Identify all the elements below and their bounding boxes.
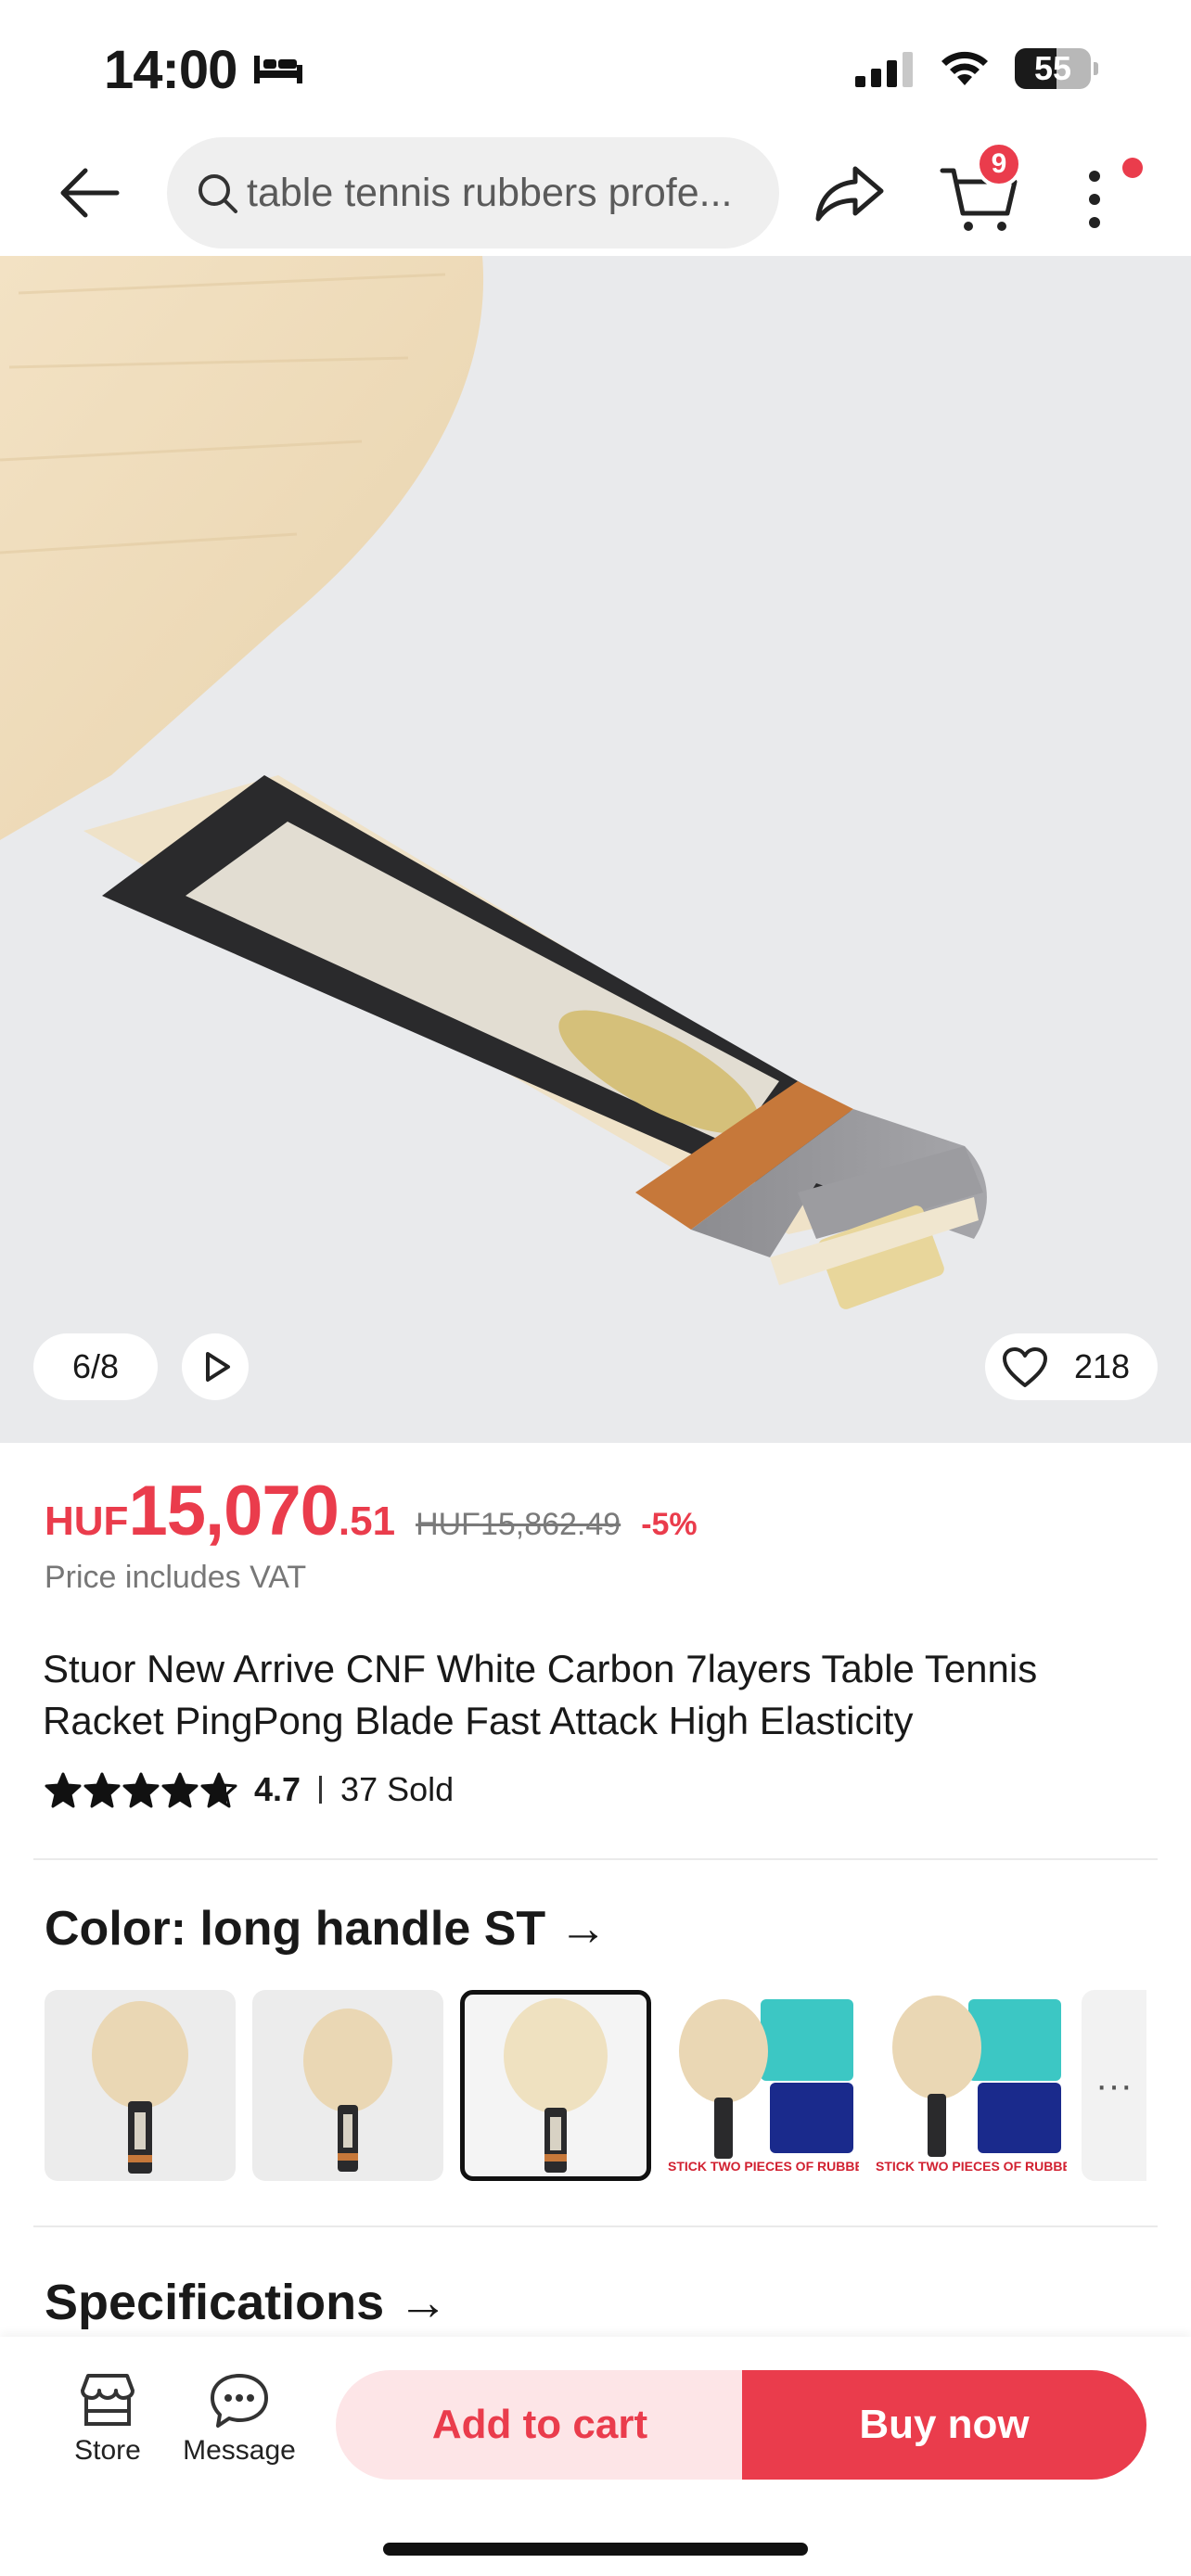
top-nav: table tennis rubbers profe... 9	[0, 130, 1191, 256]
home-indicator[interactable]	[383, 2543, 808, 2556]
price-integer: 15,070	[128, 1472, 339, 1550]
more-variants-button[interactable]: ···	[1082, 1990, 1146, 2181]
search-icon	[198, 174, 237, 213]
original-price: HUF15,862.49	[416, 1507, 621, 1542]
bottom-action-bar: Store Message Add to cart Buy now	[0, 2337, 1191, 2576]
chat-bubble-icon	[211, 2374, 268, 2428]
product-title: Stuor New Arrive CNF White Carbon 7layer…	[43, 1647, 1038, 1742]
like-count: 218	[1074, 1347, 1131, 1385]
message-button[interactable]: Message	[174, 2370, 304, 2467]
cellular-signal-icon	[855, 52, 913, 87]
star-icon	[122, 1772, 160, 1808]
buy-now-button[interactable]: Buy now	[742, 2370, 1146, 2480]
variant-image	[504, 1998, 608, 2173]
heart-icon	[1003, 1347, 1047, 1387]
separator	[319, 1776, 323, 1804]
variant-image	[92, 2001, 188, 2174]
divider	[33, 1858, 1158, 1860]
variant-banner: STICK TWO PIECES OF RUBBERS	[668, 2159, 859, 2174]
cart-count-badge: 9	[976, 141, 1022, 187]
vat-note: Price includes VAT	[45, 1560, 307, 1595]
back-arrow-icon[interactable]	[56, 163, 122, 223]
variant-option[interactable]	[45, 1990, 236, 2181]
color-selector-title[interactable]: Color: long handle ST →	[45, 1901, 608, 1957]
variant-option[interactable]	[252, 1990, 443, 2181]
more-options-icon[interactable]	[1067, 156, 1122, 239]
play-video-button[interactable]	[182, 1333, 249, 1400]
status-time: 14:00	[104, 40, 237, 100]
search-input[interactable]: table tennis rubbers profe...	[167, 137, 779, 249]
star-icon	[200, 1772, 237, 1808]
price-decimal: .51	[338, 1498, 396, 1544]
specifications-link[interactable]: Specifications →	[45, 2274, 448, 2331]
wifi-icon	[941, 51, 988, 85]
variant-banner: STICK TWO PIECES OF RUBBERS	[876, 2159, 1067, 2174]
star-rating	[45, 1771, 237, 1808]
divider	[33, 2225, 1158, 2227]
price-row: HUF15,070.51 HUF15,862.49 -5%	[45, 1471, 698, 1554]
store-label: Store	[74, 2435, 141, 2466]
color-variants: STICK TWO PIECES OF RUBBERS STICK TWO PI…	[45, 1990, 1191, 2183]
discount-badge: -5%	[641, 1507, 698, 1542]
variant-option-selected[interactable]	[460, 1990, 651, 2181]
play-icon	[206, 1352, 230, 1382]
star-icon	[161, 1772, 198, 1808]
sold-count: 37 Sold	[340, 1770, 455, 1808]
variant-image	[679, 1999, 853, 2159]
share-icon[interactable]	[813, 159, 887, 226]
variant-image	[303, 2009, 392, 2172]
variant-option[interactable]: STICK TWO PIECES OF RUBBERS	[668, 1990, 859, 2181]
star-icon	[45, 1772, 82, 1808]
battery-percent: 55	[1033, 49, 1072, 87]
rating-value: 4.7	[254, 1770, 301, 1808]
battery-indicator: 55	[1015, 48, 1098, 89]
variant-option[interactable]: STICK TWO PIECES OF RUBBERS	[876, 1990, 1067, 2181]
status-bar: 14:00 55	[0, 0, 1191, 130]
wishlist-button[interactable]: 218	[985, 1333, 1158, 1400]
message-label: Message	[183, 2435, 296, 2466]
star-icon	[83, 1772, 121, 1808]
product-gallery[interactable]: 6/8 218	[0, 256, 1191, 1443]
store-button[interactable]: Store	[43, 2370, 173, 2467]
image-counter: 6/8	[33, 1333, 158, 1400]
store-icon	[81, 2374, 134, 2426]
variant-image	[892, 1996, 1061, 2157]
search-query: table tennis rubbers profe...	[247, 171, 733, 215]
rating-row[interactable]: 4.7 37 Sold	[45, 1767, 454, 1812]
sleep-focus-icon	[254, 56, 302, 83]
add-to-cart-button[interactable]: Add to cart	[336, 2370, 744, 2480]
price-currency: HUF	[45, 1498, 129, 1544]
product-photo	[0, 256, 1191, 1443]
notification-dot	[1122, 158, 1143, 178]
